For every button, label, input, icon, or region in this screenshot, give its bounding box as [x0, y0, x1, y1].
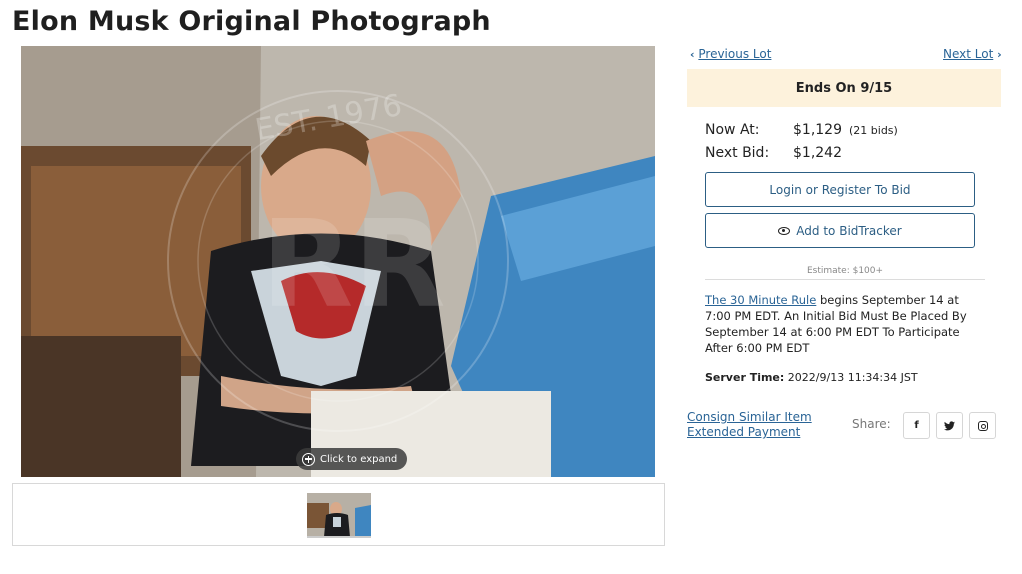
- extended-payment-link[interactable]: Extended Payment: [687, 425, 812, 440]
- next-bid-label: Next Bid:: [705, 145, 770, 161]
- svg-text:RR: RR: [261, 196, 446, 335]
- bidtracker-label: Add to BidTracker: [796, 223, 902, 238]
- share-label: Share:: [852, 417, 891, 431]
- previous-lot-label[interactable]: Previous Lot: [698, 47, 771, 61]
- eye-icon: [778, 226, 791, 235]
- instagram-icon: [977, 420, 988, 431]
- now-at-label: Now At:: [705, 122, 760, 138]
- login-register-button[interactable]: Login or Register To Bid: [705, 172, 975, 207]
- next-bid-row: Next Bid: $1,242: [705, 145, 842, 161]
- consign-similar-link[interactable]: Consign Similar Item: [687, 410, 812, 425]
- click-to-expand-button[interactable]: Click to expand: [296, 448, 408, 470]
- estimate-text: Estimate: $100+: [806, 266, 884, 276]
- twitter-icon: [944, 420, 955, 430]
- chevron-right-icon: ›: [997, 48, 1002, 61]
- add-to-bidtracker-button[interactable]: Add to BidTracker: [705, 213, 975, 248]
- divider: [705, 279, 985, 280]
- facebook-share-button[interactable]: f: [903, 412, 930, 439]
- server-time-value: 2022/9/13 11:34:34 JST: [787, 371, 918, 384]
- thumbnail-strip: [12, 483, 665, 546]
- login-register-label: Login or Register To Bid: [769, 182, 911, 197]
- expand-icon: [302, 452, 315, 466]
- facebook-icon: f: [914, 420, 919, 431]
- thirty-minute-rule-link[interactable]: The 30 Minute Rule: [705, 293, 816, 307]
- next-bid-value: $1,242: [793, 145, 842, 161]
- server-time-label: Server Time:: [705, 371, 785, 384]
- now-at-row: Now At: $1,129 (21 bids): [705, 122, 898, 138]
- thumbnail-image[interactable]: [307, 493, 371, 538]
- photo-illustration: RR EST. 1976: [21, 46, 655, 477]
- server-time: Server Time: 2022/9/13 11:34:34 JST: [705, 371, 918, 384]
- thumbnail-illustration: [307, 493, 371, 536]
- instagram-share-button[interactable]: [969, 412, 996, 439]
- bids-count: (21 bids): [849, 124, 898, 137]
- expand-label: Click to expand: [320, 453, 398, 465]
- chevron-left-icon: ‹: [690, 48, 695, 61]
- next-lot-link[interactable]: Next Lot ›: [943, 47, 1002, 61]
- next-lot-label[interactable]: Next Lot: [943, 47, 993, 61]
- now-at-value: $1,129: [793, 122, 842, 138]
- main-photo[interactable]: RR EST. 1976 Click to expand: [21, 46, 655, 477]
- thirty-minute-rule-text: The 30 Minute Rule begins September 14 a…: [705, 292, 985, 356]
- previous-lot-link[interactable]: ‹ Previous Lot: [690, 47, 771, 61]
- page-title: Elon Musk Original Photograph: [12, 6, 491, 37]
- twitter-share-button[interactable]: [936, 412, 963, 439]
- auction-ends-banner: Ends On 9/15: [687, 69, 1001, 107]
- lot-links: Consign Similar Item Extended Payment: [687, 410, 812, 440]
